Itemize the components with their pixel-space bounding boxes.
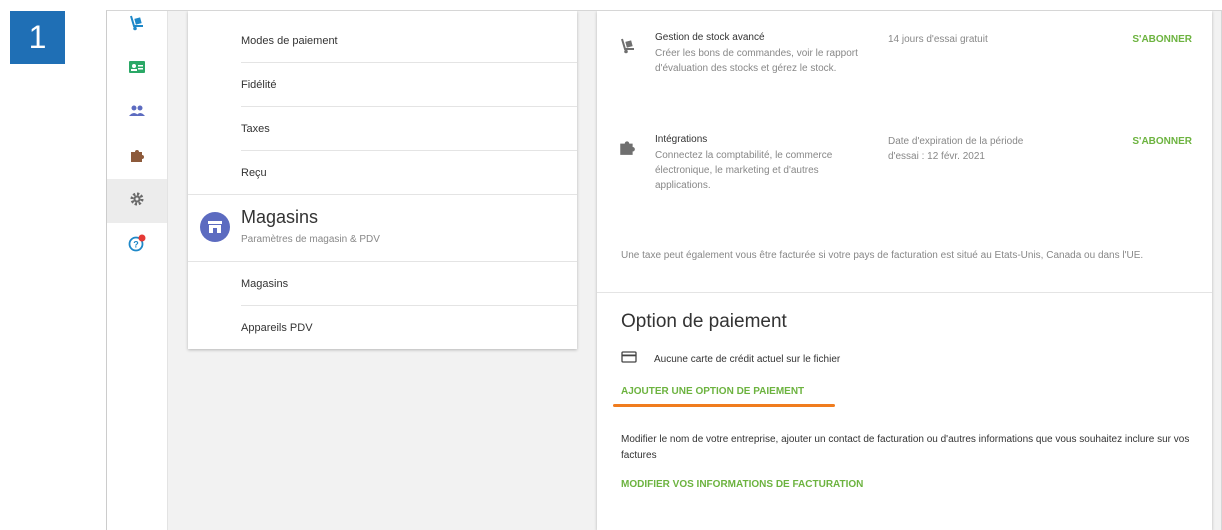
id-card-icon (128, 59, 146, 80)
rail-item-integrations[interactable] (107, 135, 167, 179)
tax-note: Une taxe peut également vous être factur… (621, 250, 1144, 261)
hand-truck-icon (128, 14, 146, 37)
store-icon (200, 212, 230, 242)
billing-description: Modifier le nom de votre entreprise, ajo… (621, 434, 1190, 461)
people-icon (128, 104, 146, 123)
menu-item-loyalty[interactable]: Fidélité (241, 63, 577, 107)
rail-item-inventory[interactable] (107, 11, 167, 47)
help-notification-icon: ? (127, 233, 147, 258)
hand-truck-icon (618, 37, 638, 60)
menu-item-taxes[interactable]: Taxes (241, 107, 577, 151)
menu-item-pos-devices[interactable]: Appareils PDV (241, 306, 577, 349)
nav-rail: ? (107, 11, 168, 530)
subscription-trial: 14 jours d'essai gratuit (888, 34, 988, 45)
subscription-description: Connectez la comptabilité, le commerce é… (655, 150, 833, 191)
subscription-description: Créer les bons de commandes, voir le rap… (655, 48, 858, 74)
no-card-row: Aucune carte de crédit actuel sur le fic… (621, 350, 840, 368)
subscription-trial: Date d'expiration de la période d'essai … (888, 136, 1024, 162)
settings-menu-card: Modes de paiement Fidélité Taxes Reçu Ma… (188, 11, 577, 349)
gear-icon (129, 191, 145, 212)
subscription-name: Gestion de stock avancé (655, 32, 765, 43)
billing-card: Gestion de stock avancé Créer les bons d… (597, 11, 1212, 530)
credit-card-icon (621, 350, 637, 368)
subscribe-button[interactable]: S'ABONNER (1132, 34, 1192, 45)
rail-item-help[interactable]: ? (107, 223, 167, 267)
puzzle-icon (618, 138, 636, 161)
puzzle-icon (129, 147, 145, 168)
step-number-badge: 1 (10, 11, 65, 64)
svg-text:?: ? (133, 239, 139, 249)
rail-item-customers[interactable] (107, 47, 167, 91)
edit-billing-info-link[interactable]: MODIFIER VOS INFORMATIONS DE FACTURATION (621, 479, 863, 490)
subscription-name: Intégrations (655, 134, 708, 145)
add-payment-option-link[interactable]: AJOUTER UNE OPTION DE PAIEMENT (621, 386, 804, 397)
rail-item-settings[interactable] (107, 179, 167, 223)
app-window: ? Modes de paiement Fidélité Taxes Reçu … (106, 10, 1222, 530)
menu-item-payment-modes[interactable]: Modes de paiement (241, 19, 577, 63)
no-card-text: Aucune carte de crédit actuel sur le fic… (654, 353, 841, 365)
rail-item-employees[interactable] (107, 91, 167, 135)
subscribe-button[interactable]: S'ABONNER (1132, 136, 1192, 147)
menu-item-receipt[interactable]: Reçu (241, 151, 577, 194)
stores-section-header: Magasins Paramètres de magasin & PDV (188, 194, 577, 262)
divider (597, 292, 1212, 293)
section-subtitle: Paramètres de magasin & PDV (241, 234, 380, 245)
menu-item-stores[interactable]: Magasins (241, 262, 577, 306)
section-title: Magasins (241, 207, 319, 227)
highlight-underline (613, 404, 835, 407)
payment-option-title: Option de paiement (621, 311, 787, 332)
